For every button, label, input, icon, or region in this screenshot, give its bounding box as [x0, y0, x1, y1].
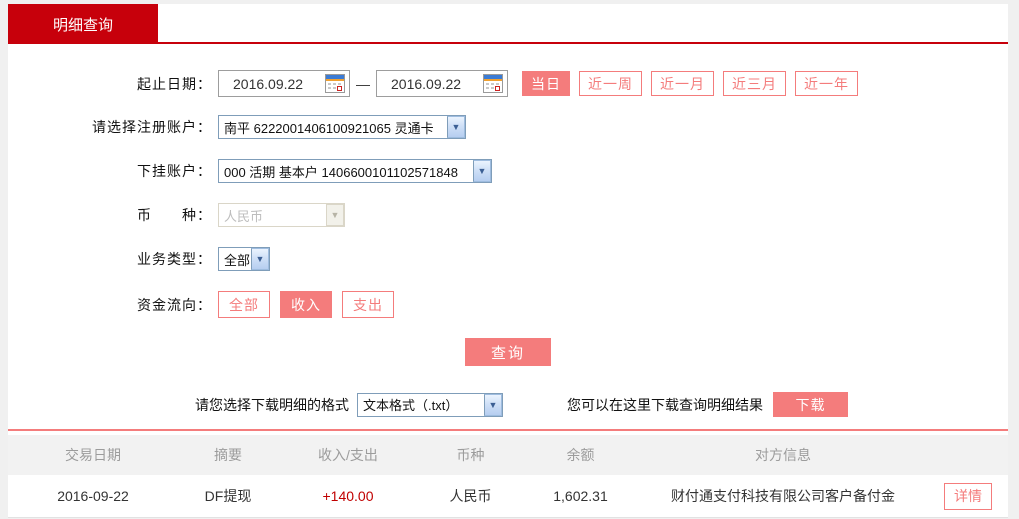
registered-account-value: 南平 6222001406100921065 灵通卡: [224, 120, 434, 136]
business-type-label: 业务类型：: [137, 251, 212, 267]
results-table: 交易日期 摘要 收入/支出 币种 余额 对方信息 2016-09-22 DF提现…: [8, 435, 1008, 518]
currency-label: 币 种：: [137, 207, 212, 223]
business-type-select[interactable]: 全部 ▼: [218, 247, 270, 271]
business-type-value: 全部: [224, 252, 251, 268]
date-range-row: 起止日期： 2016.09.22 — 2016.09.22 当日 近一周 近一月…: [8, 70, 1008, 97]
download-format-select[interactable]: 文本格式（.txt） ▼: [357, 392, 503, 417]
chevron-down-icon[interactable]: ▼: [473, 160, 491, 182]
sub-account-select[interactable]: 000 活期 基本户 1406600101102571848 ▼: [218, 159, 492, 183]
cell-balance: 1,602.31: [553, 488, 608, 504]
fund-flow-income-button[interactable]: 收入: [280, 291, 332, 318]
detail-button[interactable]: 详情: [944, 482, 992, 510]
registered-account-select[interactable]: 南平 6222001406100921065 灵通卡 ▼: [218, 115, 466, 139]
header-summary: 摘要: [214, 447, 242, 463]
header-income-expense: 收入/支出: [318, 447, 378, 463]
download-format-label: 请您选择下载明细的格式: [195, 396, 349, 413]
main-panel: 明细查询 起止日期： 2016.09.22 — 2016.09.22 当日 近一…: [8, 4, 1008, 518]
quick-button-today[interactable]: 当日: [522, 71, 570, 96]
end-date-input[interactable]: 2016.09.22: [376, 70, 508, 97]
registered-account-row: 请选择注册账户： 南平 6222001406100921065 灵通卡 ▼: [8, 115, 1008, 139]
fund-flow-expense-button[interactable]: 支出: [342, 291, 394, 318]
download-row: 请您选择下载明细的格式 文本格式（.txt） ▼ 您可以在这里下载查询明细结果 …: [8, 392, 1008, 417]
table-header-row: 交易日期 摘要 收入/支出 币种 余额 对方信息: [8, 435, 1008, 475]
query-button-row: 查询: [8, 338, 1008, 366]
form-table-divider: [8, 429, 1008, 431]
quick-button-last-month[interactable]: 近一月: [651, 71, 714, 96]
fund-flow-all-button[interactable]: 全部: [218, 291, 270, 318]
currency-row: 币 种： 人民币 ▼: [8, 203, 1008, 227]
end-date-value: 2016.09.22: [391, 75, 462, 92]
business-type-row: 业务类型： 全部 ▼: [8, 247, 1008, 271]
download-hint-text: 您可以在这里下载查询明细结果: [567, 396, 763, 413]
fund-flow-row: 资金流向： 全部 收入 支出: [8, 291, 1008, 318]
download-button[interactable]: 下载: [773, 392, 848, 417]
quick-button-last-3-months[interactable]: 近三月: [723, 71, 786, 96]
date-quick-buttons: 当日 近一周 近一月 近三月 近一年: [522, 71, 867, 96]
cell-transaction-date: 2016-09-22: [57, 488, 129, 504]
cell-actions: 详情: [928, 482, 1008, 510]
currency-value: 人民币: [224, 208, 264, 224]
chevron-down-icon[interactable]: ▼: [484, 393, 502, 416]
cell-counterparty: 财付通支付科技有限公司客户备付金: [671, 488, 895, 504]
quick-button-last-year[interactable]: 近一年: [795, 71, 858, 96]
cell-amount: +140.00: [322, 488, 374, 504]
header-balance: 余额: [566, 447, 595, 463]
tab-bar: 明细查询: [8, 4, 1008, 44]
registered-account-label: 请选择注册账户：: [92, 119, 212, 135]
date-range-label: 起止日期：: [137, 75, 212, 92]
chevron-down-icon[interactable]: ▼: [251, 248, 269, 270]
date-separator: —: [356, 75, 370, 92]
fund-flow-buttons: 全部 收入 支出: [218, 291, 404, 318]
header-counterparty: 对方信息: [755, 447, 811, 463]
download-format-value: 文本格式（.txt）: [363, 398, 459, 413]
currency-select: 人民币 ▼: [218, 203, 345, 227]
start-date-value: 2016.09.22: [233, 75, 304, 92]
sub-account-row: 下挂账户： 000 活期 基本户 1406600101102571848 ▼: [8, 159, 1008, 183]
chevron-down-icon[interactable]: ▼: [447, 116, 465, 138]
header-transaction-date: 交易日期: [65, 447, 121, 463]
table-row: 2016-09-22 DF提现 +140.00 人民币 1,602.31 财付通…: [8, 475, 1008, 518]
sub-account-value: 000 活期 基本户 1406600101102571848: [224, 164, 458, 180]
query-button[interactable]: 查询: [465, 338, 551, 366]
cell-currency: 人民币: [449, 488, 492, 504]
tab-detail-query[interactable]: 明细查询: [8, 4, 158, 44]
quick-button-last-week[interactable]: 近一周: [579, 71, 642, 96]
sub-account-label: 下挂账户：: [137, 163, 212, 179]
calendar-icon[interactable]: [325, 74, 345, 93]
header-currency: 币种: [456, 447, 485, 463]
calendar-icon[interactable]: [483, 74, 503, 93]
cell-summary: DF提现: [204, 488, 252, 504]
chevron-down-icon: ▼: [326, 204, 344, 226]
query-form: 起止日期： 2016.09.22 — 2016.09.22 当日 近一周 近一月…: [8, 44, 1008, 431]
fund-flow-label: 资金流向：: [137, 296, 212, 313]
start-date-input[interactable]: 2016.09.22: [218, 70, 350, 97]
